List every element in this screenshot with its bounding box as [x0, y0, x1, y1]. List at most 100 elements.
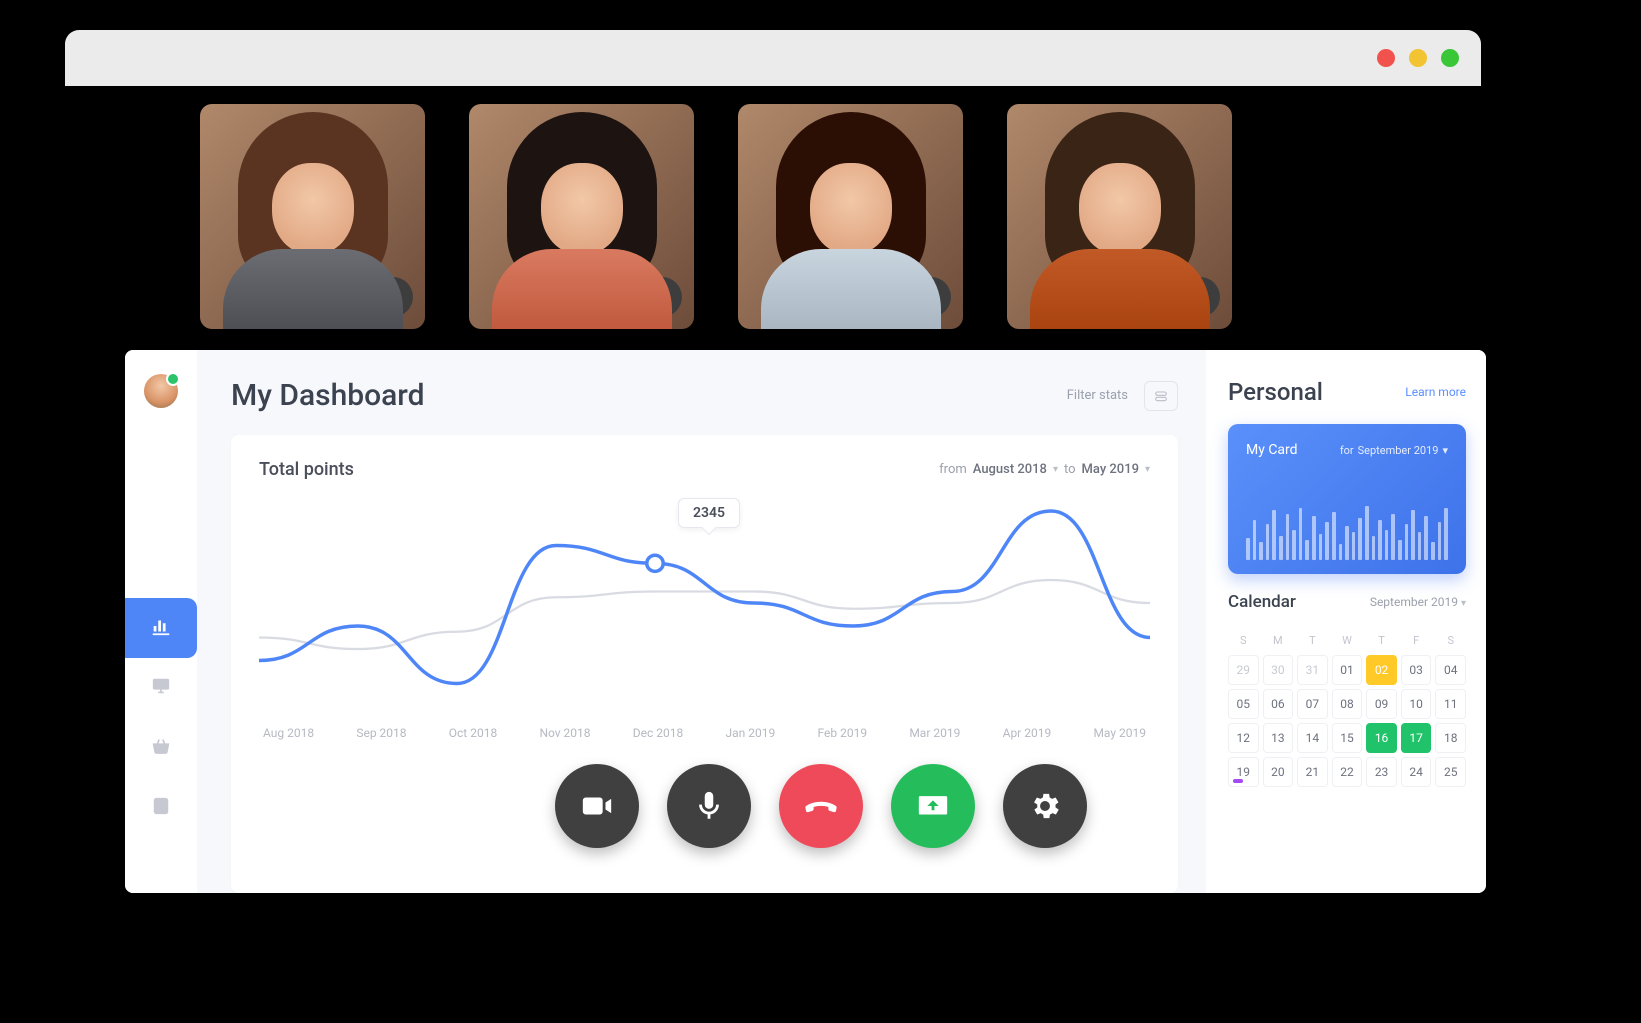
participant-video	[1007, 104, 1232, 329]
calendar-day[interactable]: 29	[1228, 655, 1259, 685]
chevron-down-icon: ▾	[1145, 464, 1150, 475]
calendar-dow: T	[1297, 630, 1328, 651]
my-card-sparkline	[1246, 500, 1448, 560]
chart-x-axis: Aug 2018 Sep 2018 Oct 2018 Nov 2018 Dec 2018…	[259, 718, 1150, 740]
x-tick-label: May 2019	[1093, 726, 1146, 740]
sidebar-item[interactable]	[125, 778, 197, 838]
calendar-dow: T	[1366, 630, 1397, 651]
calendar-day[interactable]: 06	[1263, 689, 1294, 719]
calendar-day[interactable]: 17	[1401, 723, 1432, 753]
date-range[interactable]: from August 2018 ▾ to May 2019 ▾	[939, 462, 1150, 477]
calendar-day[interactable]: 23	[1366, 757, 1397, 787]
card-title: Total points	[259, 459, 354, 480]
calendar-day[interactable]: 10	[1401, 689, 1432, 719]
sidebar-item[interactable]	[125, 598, 197, 658]
calendar-month-picker[interactable]: September 2019 ▾	[1370, 595, 1466, 609]
call-settings-button[interactable]	[1003, 764, 1087, 848]
calendar-day[interactable]: 13	[1263, 723, 1294, 753]
my-card-title: My Card	[1246, 442, 1298, 458]
x-tick-label: Aug 2018	[263, 726, 314, 740]
calendar-grid: SMTWTFS293031010203040506070809101112131…	[1228, 630, 1466, 787]
share-screen-button[interactable]	[891, 764, 975, 848]
window-close-icon[interactable]	[1377, 49, 1395, 67]
to-label: to	[1064, 462, 1076, 477]
avatar[interactable]	[144, 374, 178, 408]
calendar-day[interactable]: 03	[1401, 655, 1432, 685]
line-chart: 2345	[259, 488, 1150, 718]
chevron-down-icon: ▾	[1053, 464, 1058, 475]
video-tile[interactable]	[469, 104, 694, 329]
participant-video	[738, 104, 963, 329]
sidebar	[125, 350, 197, 893]
my-card-period[interactable]: for September 2019 ▾	[1340, 444, 1448, 457]
calendar-day[interactable]: 05	[1228, 689, 1259, 719]
chevron-down-icon: ▾	[1461, 598, 1466, 609]
from-label: from	[939, 462, 967, 477]
calendar-dow: S	[1435, 630, 1466, 651]
learn-more-link[interactable]: Learn more	[1405, 385, 1466, 399]
call-controls	[555, 764, 1087, 848]
calendar-day[interactable]: 22	[1332, 757, 1363, 787]
personal-panel: Personal Learn more My Card for Septembe…	[1206, 350, 1486, 893]
calendar-day[interactable]: 02	[1366, 655, 1397, 685]
calendar-day[interactable]: 01	[1332, 655, 1363, 685]
x-tick-label: Oct 2018	[449, 726, 497, 740]
calendar-day[interactable]: 20	[1263, 757, 1294, 787]
x-tick-label: Feb 2019	[818, 726, 868, 740]
my-card[interactable]: My Card for September 2019 ▾	[1228, 424, 1466, 574]
basket-icon	[150, 735, 172, 761]
x-tick-label: Apr 2019	[1003, 726, 1052, 740]
calendar-day[interactable]: 07	[1297, 689, 1328, 719]
hang-up-button[interactable]	[779, 764, 863, 848]
from-value: August 2018	[973, 462, 1047, 477]
calendar-dow: M	[1263, 630, 1294, 651]
sidebar-item[interactable]	[125, 658, 197, 718]
calendar-day[interactable]: 21	[1297, 757, 1328, 787]
filter-stats-link[interactable]: Filter stats	[1067, 388, 1128, 403]
video-tile[interactable]	[1007, 104, 1232, 329]
calendar-day[interactable]: 16	[1366, 723, 1397, 753]
x-tick-label: Mar 2019	[909, 726, 960, 740]
calendar-day[interactable]: 24	[1401, 757, 1432, 787]
toggle-mic-button[interactable]	[667, 764, 751, 848]
toggle-video-button[interactable]	[555, 764, 639, 848]
video-tile[interactable]	[200, 104, 425, 329]
calendar-dow: F	[1401, 630, 1432, 651]
x-tick-label: Dec 2018	[633, 726, 683, 740]
page-title: My Dashboard	[231, 378, 425, 413]
app-canvas: My Dashboard Filter stats Total points f…	[0, 0, 1641, 1023]
calendar-day[interactable]: 30	[1263, 655, 1294, 685]
x-tick-label: Sep 2018	[356, 726, 406, 740]
calendar-day[interactable]: 31	[1297, 655, 1328, 685]
calendar-day[interactable]: 04	[1435, 655, 1466, 685]
calendar-day[interactable]: 09	[1366, 689, 1397, 719]
participant-video	[469, 104, 694, 329]
chart-tooltip: 2345	[678, 498, 740, 528]
calendar-day[interactable]: 18	[1435, 723, 1466, 753]
calendar-dow: S	[1228, 630, 1259, 651]
calendar-day[interactable]: 12	[1228, 723, 1259, 753]
calendar-day[interactable]: 15	[1332, 723, 1363, 753]
sidebar-item[interactable]	[125, 718, 197, 778]
calendar-day[interactable]: 14	[1297, 723, 1328, 753]
browser-chrome	[65, 30, 1481, 86]
filter-settings-icon[interactable]	[1144, 381, 1178, 411]
participant-video	[200, 104, 425, 329]
calendar-title: Calendar	[1228, 592, 1296, 612]
calendar-day[interactable]: 25	[1435, 757, 1466, 787]
participants-row	[200, 104, 1361, 329]
calendar-day[interactable]: 19	[1228, 757, 1259, 787]
calendar-day[interactable]: 08	[1332, 689, 1363, 719]
bar-chart-icon	[150, 615, 172, 641]
window-minimize-icon[interactable]	[1409, 49, 1427, 67]
presentation-icon	[150, 675, 172, 701]
dashboard-header: My Dashboard Filter stats	[231, 378, 1178, 413]
video-tile[interactable]	[738, 104, 963, 329]
calendar-day[interactable]: 11	[1435, 689, 1466, 719]
note-icon	[150, 795, 172, 821]
to-value: May 2019	[1082, 462, 1139, 477]
x-tick-label: Jan 2019	[726, 726, 776, 740]
personal-title: Personal	[1228, 378, 1323, 406]
x-tick-label: Nov 2018	[539, 726, 590, 740]
window-maximize-icon[interactable]	[1441, 49, 1459, 67]
